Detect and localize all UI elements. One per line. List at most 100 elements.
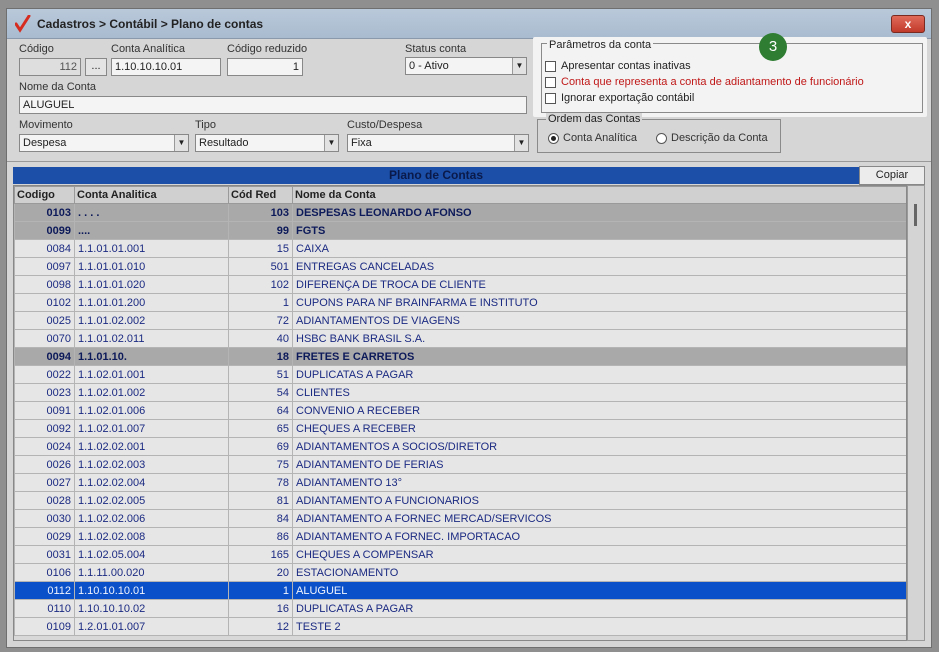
cell-codigo[interactable]: 0030 [14,509,75,528]
cell-cod-red[interactable]: 72 [228,311,293,330]
cell-cod-red[interactable]: 78 [228,473,293,492]
cell-conta-analitica[interactable]: 1.2.01.01.007 [74,617,229,636]
cell-cod-red[interactable]: 81 [228,491,293,510]
chevron-down-icon[interactable]: ▼ [174,135,188,151]
cell-cod-red[interactable]: 102 [228,275,293,294]
lookup-button[interactable]: ... [85,58,107,76]
cell-cod-red[interactable]: 18 [228,347,293,366]
table-row[interactable]: 0102 1.1.01.01.200 1 CUPONS PARA NF BRAINFA… [14,293,906,312]
cell-codigo[interactable]: 0112 [14,581,75,600]
cell-codigo[interactable]: 0110 [14,599,75,618]
table-row[interactable]: 0106 1.1.11.00.020 20 ESTACIONAMENTO [14,563,906,582]
cell-codigo[interactable]: 0098 [14,275,75,294]
copiar-button[interactable]: Copiar [859,166,925,185]
table-row[interactable]: 0025 1.1.01.02.002 72 ADIANTAMENTOS DE VIAG… [14,311,906,330]
radio-descricao-conta-label[interactable]: Descrição da Conta [671,132,768,144]
cell-conta-analitica[interactable]: 1.1.02.05.004 [74,545,229,564]
chevron-down-icon[interactable]: ▼ [324,135,338,151]
table-row[interactable]: 0098 1.1.01.01.020 102 DIFERENÇA DE TROCA D… [14,275,906,294]
cell-cod-red[interactable]: 69 [228,437,293,456]
cell-conta-analitica[interactable]: . . . . [74,203,229,222]
cell-nome-conta[interactable]: CUPONS PARA NF BRAINFARMA E INSTITUTO [292,293,906,312]
cell-conta-analitica[interactable]: 1.1.01.01.001 [74,239,229,258]
cell-nome-conta[interactable]: CAIXA [292,239,906,258]
cell-conta-analitica[interactable]: 1.1.01.01.020 [74,275,229,294]
table-row[interactable]: 0070 1.1.01.02.011 40 HSBC BANK BRASIL S.A. [14,329,906,348]
table-row[interactable]: 0028 1.1.02.02.005 81 ADIANTAMENTO A FUNCIO… [14,491,906,510]
table-row[interactable]: 0023 1.1.02.01.002 54 CLIENTES [14,383,906,402]
cell-nome-conta[interactable]: DUPLICATAS A PAGAR [292,365,906,384]
cell-cod-red[interactable]: 165 [228,545,293,564]
cell-cod-red[interactable]: 40 [228,329,293,348]
table-row[interactable]: 0026 1.1.02.02.003 75 ADIANTAMENTO DE FERIA… [14,455,906,474]
cell-conta-analitica[interactable]: 1.1.02.02.008 [74,527,229,546]
cell-conta-analitica[interactable]: 1.1.02.01.001 [74,365,229,384]
table-row[interactable]: 0084 1.1.01.01.001 15 CAIXA [14,239,906,258]
cell-codigo[interactable]: 0070 [14,329,75,348]
cell-cod-red[interactable]: 75 [228,455,293,474]
cell-nome-conta[interactable]: DIFERENÇA DE TROCA DE CLIENTE [292,275,906,294]
cell-codigo[interactable]: 0091 [14,401,75,420]
cell-codigo[interactable]: 0027 [14,473,75,492]
apresentar-inativas-label[interactable]: Apresentar contas inativas [561,60,691,72]
col-cod-red[interactable]: Cód Red [228,186,293,204]
table-row[interactable]: 0030 1.1.02.02.006 84 ADIANTAMENTO A FORNEC… [14,509,906,528]
table-row[interactable]: 0027 1.1.02.02.004 78 ADIANTAMENTO 13° [14,473,906,492]
cell-codigo[interactable]: 0097 [14,257,75,276]
cell-codigo[interactable]: 0109 [14,617,75,636]
table-row[interactable]: 0092 1.1.02.01.007 65 CHEQUES A RECEBER [14,419,906,438]
cell-cod-red[interactable]: 20 [228,563,293,582]
cell-nome-conta[interactable]: CHEQUES A RECEBER [292,419,906,438]
cell-conta-analitica[interactable]: 1.1.02.01.002 [74,383,229,402]
radio-conta-analitica[interactable] [548,133,559,144]
cell-conta-analitica[interactable]: 1.1.01.01.200 [74,293,229,312]
cell-conta-analitica[interactable]: 1.1.11.00.020 [74,563,229,582]
cell-cod-red[interactable]: 16 [228,599,293,618]
adiantamento-funcionario-checkbox[interactable] [545,77,556,88]
cell-conta-analitica[interactable]: 1.1.02.02.004 [74,473,229,492]
table-row[interactable]: 0099.... 99 FGTS [14,221,906,240]
cell-conta-analitica[interactable]: 1.1.02.01.007 [74,419,229,438]
cell-cod-red[interactable]: 103 [228,203,293,222]
cell-cod-red[interactable]: 54 [228,383,293,402]
cell-nome-conta[interactable]: ALUGUEL [292,581,906,600]
cell-codigo[interactable]: 0092 [14,419,75,438]
apresentar-inativas-checkbox[interactable] [545,61,556,72]
radio-conta-analitica-label[interactable]: Conta Analítica [563,132,637,144]
cell-conta-analitica[interactable]: 1.1.01.10. [74,347,229,366]
table-row[interactable]: 0109 1.2.01.01.007 12 TESTE 2 [14,617,906,636]
radio-descricao-conta[interactable] [656,133,667,144]
plano-contas-grid[interactable]: Codigo Conta Analitica Cód Red Nome da C… [13,185,907,641]
cell-conta-analitica[interactable]: 1.1.01.02.011 [74,329,229,348]
cell-cod-red[interactable]: 501 [228,257,293,276]
cell-conta-analitica[interactable]: 1.10.10.10.01 [74,581,229,600]
table-row[interactable]: 0094 1.1.01.10. 18 FRETES E CARRETOS [14,347,906,366]
cell-cod-red[interactable]: 15 [228,239,293,258]
table-row[interactable]: 0091 1.1.02.01.006 64 CONVENIO A RECEBER [14,401,906,420]
cell-conta-analitica[interactable]: 1.1.02.02.003 [74,455,229,474]
codigo-field[interactable]: 112 [19,58,81,76]
cell-codigo[interactable]: 0102 [14,293,75,312]
vertical-scrollbar[interactable] [907,185,925,641]
cell-codigo[interactable]: 0103 [14,203,75,222]
close-button[interactable]: x [891,15,925,33]
table-row[interactable]: 0097 1.1.01.01.010 501 ENTREGAS CANCELADAS [14,257,906,276]
status-conta-select[interactable]: 0 - Ativo ▼ [405,57,527,75]
cell-codigo[interactable]: 0099 [14,221,75,240]
table-row[interactable]: 0112 1.10.10.10.01 1 ALUGUEL [14,581,906,600]
scroll-thumb[interactable] [914,204,917,226]
cell-conta-analitica[interactable]: 1.1.01.02.002 [74,311,229,330]
cell-codigo[interactable]: 0094 [14,347,75,366]
table-row[interactable]: 0103. . . . 103 DESPESAS LEONARDO AFONSO [14,203,906,222]
movimento-select[interactable]: Despesa ▼ [19,134,189,152]
cell-cod-red[interactable]: 86 [228,527,293,546]
cell-codigo[interactable]: 0031 [14,545,75,564]
custo-despesa-select[interactable]: Fixa ▼ [347,134,529,152]
cell-nome-conta[interactable]: DUPLICATAS A PAGAR [292,599,906,618]
cell-cod-red[interactable]: 1 [228,293,293,312]
cell-conta-analitica[interactable]: 1.1.02.02.001 [74,437,229,456]
codigo-reduzido-field[interactable]: 1 [227,58,303,76]
cell-nome-conta[interactable]: ADIANTAMENTO A FORNEC MERCAD/SERVICOS [292,509,906,528]
cell-nome-conta[interactable]: CLIENTES [292,383,906,402]
ignorar-exportacao-label[interactable]: Ignorar exportação contábil [561,92,694,104]
